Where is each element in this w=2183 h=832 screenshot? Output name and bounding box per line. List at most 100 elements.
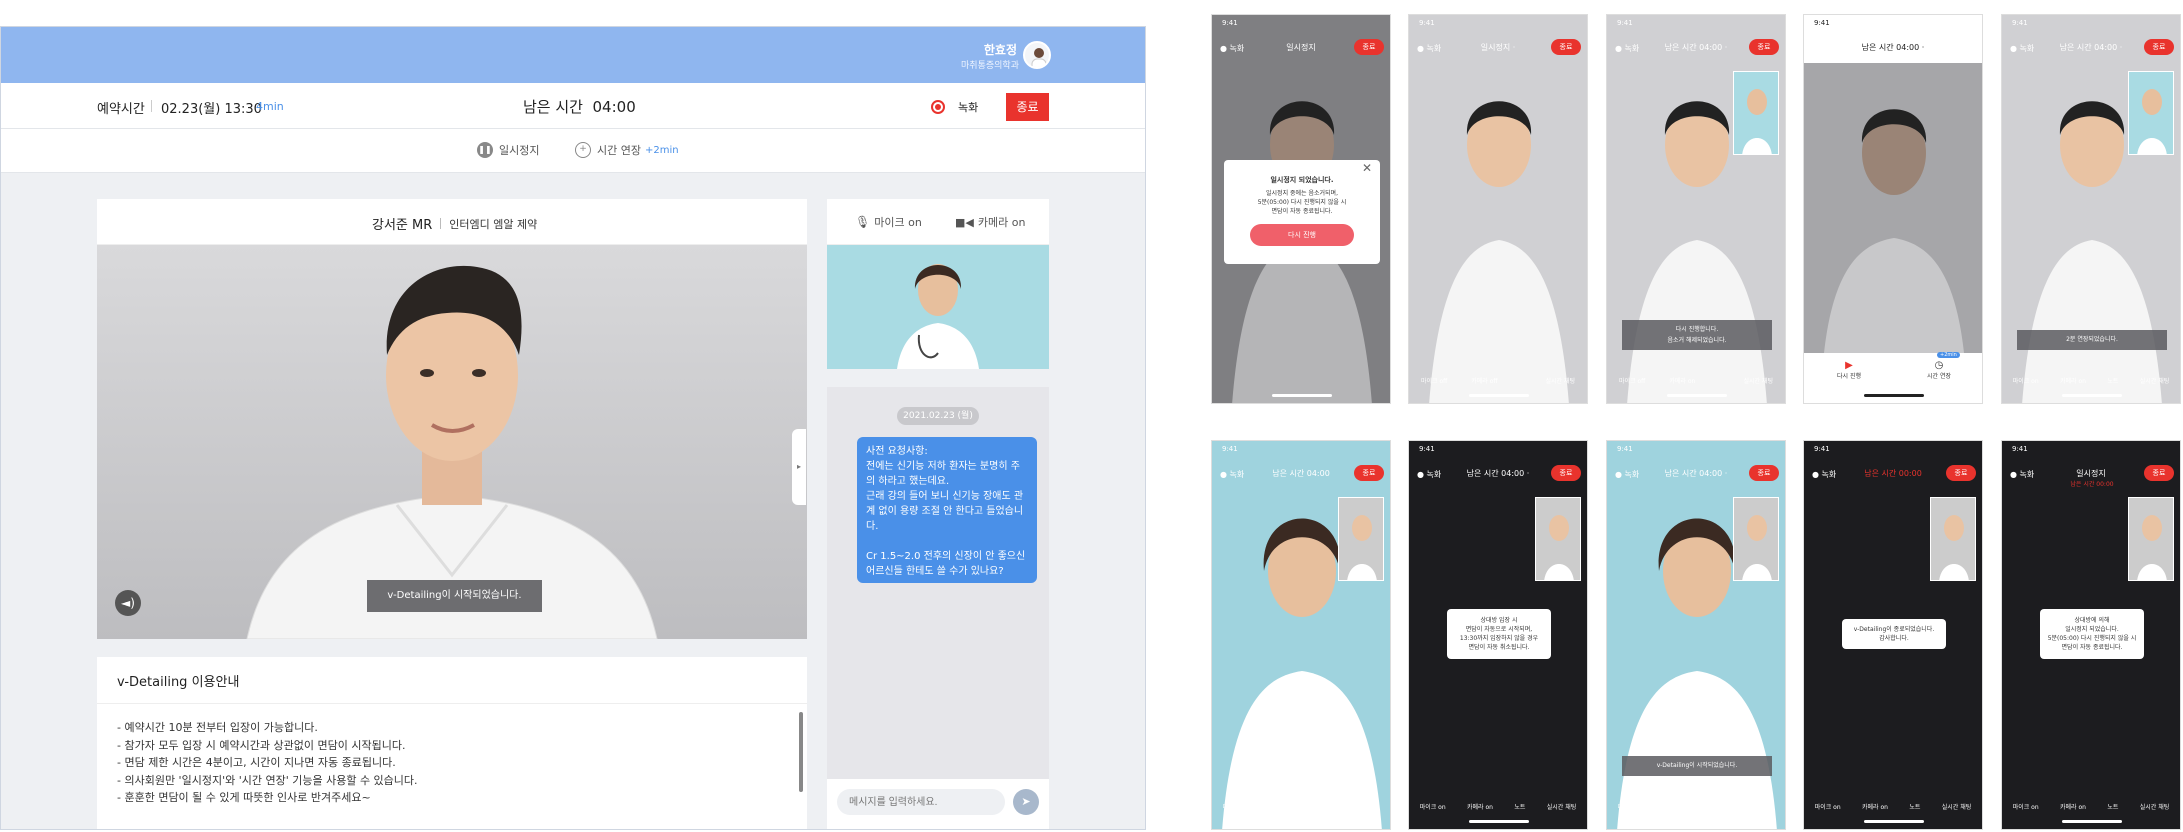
person-video-image (1429, 101, 1569, 403)
end-button[interactable]: 종료 (1551, 465, 1581, 481)
end-button[interactable]: 종료 (1354, 465, 1384, 481)
extend-button[interactable]: ◷ 시간 연장 +2min (1927, 352, 1960, 380)
mic-button[interactable]: 마이크 on (1420, 802, 1446, 811)
pip-video[interactable] (1733, 497, 1779, 581)
pause-modal: ✕ 일시정지 되었습니다. 일시정지 중에는 음소거되며, 5분(05:00) … (1224, 160, 1380, 264)
record-label: 녹화 (958, 101, 979, 114)
resume-button[interactable]: ▶ 다시 진행 (1837, 360, 1861, 380)
mic-button[interactable]: 마이크 on (2013, 376, 2039, 385)
info-box: 상대방 입장 시 면담이 자동으로 시작되며, 13:30까지 입장하지 않을 … (1447, 609, 1551, 659)
note-button[interactable]: 노트 (1909, 802, 1920, 811)
end-button[interactable]: 종료 (1551, 39, 1581, 55)
end-button[interactable]: 종료 (1006, 93, 1049, 121)
phone-title: 남은 시간 04:00 · (1861, 43, 1925, 52)
clock-plus-icon: + (575, 142, 591, 158)
resume-button[interactable]: 다시 진행 (1250, 224, 1354, 246)
close-icon[interactable]: ✕ (1362, 162, 1372, 174)
end-button[interactable]: 종료 (2144, 39, 2174, 55)
mic-toggle[interactable]: 🎙 마이크 on (855, 214, 922, 230)
mic-button[interactable]: 마이크 on (1223, 802, 1249, 811)
resume-label: 다시 진행 (1837, 373, 1861, 380)
reservation-datetime: 02.23(월) 13:30 (161, 102, 262, 117)
box-line: 상대방 입장 시 (1480, 617, 1518, 624)
chat-button[interactable]: 실시간 채팅 (2140, 802, 2170, 811)
home-indicator (1469, 394, 1529, 397)
chat-button[interactable]: 실시간 채팅 (2140, 376, 2170, 385)
pip-video[interactable] (1535, 497, 1581, 581)
pip-video[interactable] (2128, 497, 2174, 581)
list-item: - 예약시간 10분 전부터 입장이 가능합니다. (117, 721, 318, 734)
chat-button[interactable]: 실시간 채팅 (1350, 802, 1380, 811)
home-indicator (1272, 820, 1332, 823)
chat-input[interactable] (837, 789, 1005, 815)
message-line: Cr 1.5~2.0 전후의 신장이 안 좋으신 (866, 551, 1026, 562)
speaker-icon[interactable]: ◄) (115, 590, 141, 616)
toast-line: 음소거 해제되었습니다. (1667, 337, 1727, 344)
note-button[interactable]: 노트 (2107, 802, 2118, 811)
pip-video[interactable] (1733, 71, 1779, 155)
extend-button[interactable]: + 시간 연장 +2min (575, 142, 679, 158)
collapse-chat-button[interactable]: ▸ (792, 429, 806, 505)
mic-button[interactable]: 마이크 off (1421, 376, 1447, 385)
note-button[interactable]: 노트 (2107, 376, 2118, 385)
record-icon[interactable] (931, 100, 945, 114)
scrollbar[interactable] (799, 712, 803, 792)
play-icon: ▶ (1845, 360, 1853, 371)
camera-button[interactable]: 카메라 on (1665, 802, 1691, 811)
camera-button[interactable]: 카메라 on (2060, 802, 2086, 811)
note-button[interactable]: 노트 (1712, 802, 1723, 811)
list-item: - 면담 제한 시간은 4분이고, 시간이 지나면 자동 종료됩니다. (117, 756, 396, 769)
end-button[interactable]: 종료 (1749, 465, 1779, 481)
control-bar: ❚❚ 일시정지 + 시간 연장 +2min (1, 129, 1145, 173)
caller-name: 강서준 MR (372, 218, 433, 233)
video-toast: v-Detailing이 시작되었습니다. (367, 580, 542, 612)
mic-button[interactable]: 마이크 on (1618, 802, 1644, 811)
camera-button[interactable]: 카메라 on (1669, 376, 1695, 385)
camera-icon: ■◀ (955, 215, 974, 229)
phone-screen-ended: 9:41 ● 녹화 남은 시간 00:00 종료 v-Detailing이 종료… (1803, 440, 1983, 830)
remaining-time: 남은 시간 04:00 (523, 98, 636, 116)
mic-button[interactable]: 마이크 on (1815, 802, 1841, 811)
box-line: 일시정지 되었습니다. (2065, 626, 2119, 633)
chat-button[interactable]: 실시간 채팅 (1942, 802, 1972, 811)
mic-button[interactable]: 마이크 off (1619, 376, 1645, 385)
modal-line: 일시정지 중에는 음소거되며, (1266, 190, 1338, 197)
video-header: 강서준 MR 인터엠디 엠알 제약 (97, 199, 807, 245)
person-video-image (1742, 515, 1772, 580)
note-button[interactable]: 노트 (1317, 802, 1328, 811)
chat-button[interactable]: 실시간 채팅 (1545, 376, 1575, 385)
end-button[interactable]: 종료 (1946, 465, 1976, 481)
pip-video[interactable] (1930, 497, 1976, 581)
chat-button[interactable]: 실시간 채팅 (1743, 376, 1773, 385)
send-icon[interactable]: ➤ (1013, 789, 1039, 815)
avatar[interactable] (1023, 41, 1051, 69)
home-indicator (1864, 394, 1924, 397)
home-indicator (2062, 820, 2122, 823)
doctor-dept: 마취통증의학과 (961, 61, 1019, 71)
chat-button[interactable]: 실시간 채팅 (1547, 802, 1577, 811)
end-button[interactable]: 종료 (1354, 39, 1384, 55)
pip-video[interactable] (2128, 71, 2174, 155)
mic-button[interactable]: 마이크 on (2013, 802, 2039, 811)
camera-toggle[interactable]: ■◀ 카메라 on (955, 214, 1025, 230)
status-bar: 9:41 (1814, 19, 1830, 27)
home-indicator (1667, 394, 1727, 397)
camera-button[interactable]: 카메라 on (1862, 802, 1888, 811)
pause-button[interactable]: ❚❚ 일시정지 (477, 142, 539, 158)
camera-button[interactable]: 카메라 off (1471, 376, 1497, 385)
camera-button[interactable]: 카메라 on (1467, 802, 1493, 811)
camera-button[interactable]: 카메라 on (2060, 376, 2086, 385)
chat-date: 2021.02.23 (월) (897, 407, 979, 425)
phone-toolbar: 마이크 on 카메라 on 노트 실시간 채팅 (1607, 802, 1785, 811)
person-video-image (1347, 515, 1377, 580)
pip-video[interactable] (1338, 497, 1384, 581)
phone-screen-started: 9:41 ● 녹화 남은 시간 04:00 · 종료 v-Detailing이 … (1606, 440, 1786, 830)
note-button[interactable]: 노트 (1514, 802, 1525, 811)
info-box: 상대방에 의해 일시정지 되었습니다. 5분(05:00) 다시 진행되지 않을… (2040, 609, 2144, 659)
chat-button[interactable]: 실시간 채팅 (1745, 802, 1775, 811)
usage-guide: v-Detailing 이용안내 - 예약시간 10분 전부터 입장이 가능합니… (97, 657, 807, 829)
doctor-video-image (897, 264, 979, 369)
end-button[interactable]: 종료 (2144, 465, 2174, 481)
end-button[interactable]: 종료 (1749, 39, 1779, 55)
camera-button[interactable]: 카메라 on (1270, 802, 1296, 811)
